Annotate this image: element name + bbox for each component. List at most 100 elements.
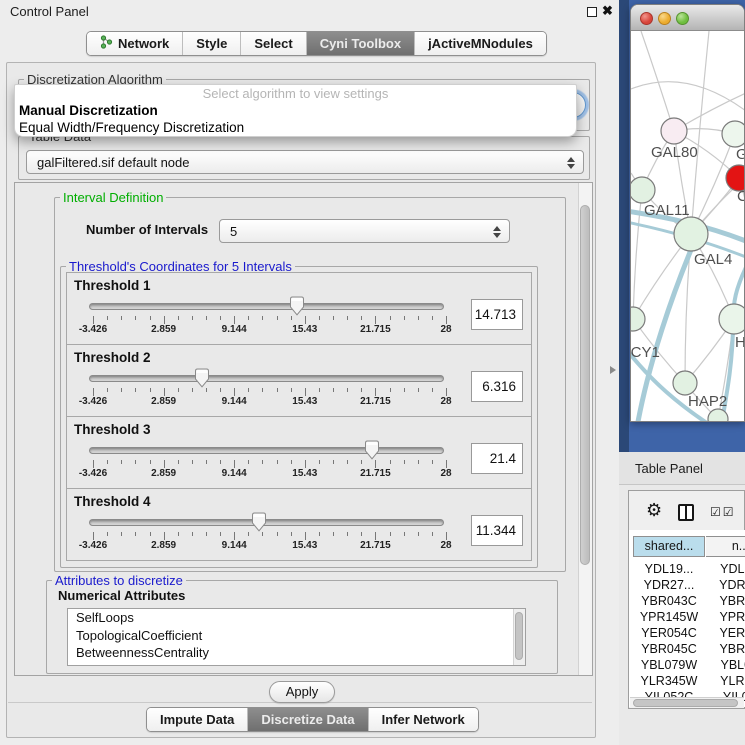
slider-tick-labels: -3.4262.8599.14415.4321.71528 <box>93 396 447 408</box>
table-data-combobox[interactable]: galFiltered.sif default node <box>26 150 584 174</box>
table-cell[interactable]: YBL079W <box>633 658 705 672</box>
network-node[interactable] <box>631 177 655 203</box>
list-item[interactable]: TopologicalCoefficient <box>68 627 525 645</box>
spinner-icon <box>567 156 574 170</box>
horizontal-scrollbar-thumb[interactable] <box>633 699 738 707</box>
slider-thumb[interactable] <box>194 368 210 388</box>
checkbox-icons[interactable]: ☑☑ <box>710 505 736 519</box>
table-cell[interactable]: YER054C <box>633 626 705 640</box>
panel-title: Control Panel <box>10 4 89 19</box>
tab-network-label: Network <box>118 36 169 51</box>
network-edge <box>631 82 745 111</box>
slider-ticks <box>93 316 447 324</box>
table-cell[interactable]: YBR045C <box>633 642 705 656</box>
list-item[interactable]: BetweennessCentrality <box>68 644 525 662</box>
float-window-icon[interactable] <box>587 7 597 17</box>
listbox-scrollbar-thumb[interactable] <box>515 612 523 660</box>
number-of-intervals-value: 5 <box>230 224 237 239</box>
columns-icon[interactable] <box>678 504 694 521</box>
tab-cyni-toolbox[interactable]: Cyni Toolbox <box>306 32 414 55</box>
tab-select[interactable]: Select <box>240 32 305 55</box>
tab-infer-network[interactable]: Infer Network <box>368 708 478 731</box>
network-window-titlebar[interactable] <box>631 5 744 31</box>
list-item[interactable]: SelfLoops <box>68 609 525 627</box>
table-row[interactable]: YBR045CYBR0... <box>629 642 745 658</box>
slider-track[interactable] <box>89 375 444 382</box>
table-cell[interactable]: YBL0... <box>706 658 745 672</box>
column-header-name[interactable]: n... <box>706 536 745 557</box>
attributes-listbox[interactable]: SelfLoopsTopologicalCoefficientBetweenne… <box>67 608 526 666</box>
table-row[interactable]: YER054CYER0... <box>629 626 745 642</box>
table-row[interactable]: YPR145WYPR1... <box>629 610 745 626</box>
threshold-value-field[interactable]: 11.344 <box>471 515 523 546</box>
network-node[interactable] <box>631 307 645 331</box>
table-data-value: galFiltered.sif default node <box>37 155 189 170</box>
network-canvas[interactable]: GAL80GACGAL11GAL4GCY1HHAP2 <box>631 31 745 422</box>
table-row[interactable]: YLR345WYLR3... <box>629 674 745 690</box>
threshold-value-field[interactable]: 14.713 <box>471 299 523 330</box>
table-cell[interactable]: YLR3... <box>706 674 745 688</box>
table-cell[interactable]: YBR0... <box>706 594 745 608</box>
slider-track[interactable] <box>89 303 444 310</box>
zoom-traffic-light[interactable] <box>676 12 689 25</box>
number-of-intervals-combobox[interactable]: 5 <box>219 219 510 243</box>
table-cell[interactable]: YPR145W <box>633 610 705 624</box>
slider-track[interactable] <box>89 447 444 454</box>
table-row[interactable]: YDL19...YDL1... <box>629 562 745 578</box>
table-row[interactable]: YBL079WYBL0... <box>629 658 745 674</box>
close-traffic-light[interactable] <box>640 12 653 25</box>
network-node-label: C <box>737 188 745 205</box>
table-cell[interactable]: YLR345W <box>633 674 705 688</box>
network-node-label: H <box>735 334 745 351</box>
tab-network[interactable]: Network <box>87 32 182 55</box>
numerical-attributes-label: Numerical Attributes <box>58 588 185 603</box>
network-node[interactable] <box>674 217 708 251</box>
number-of-intervals-label: Number of Intervals <box>86 222 208 237</box>
threshold-value-field[interactable]: 21.4 <box>471 443 523 474</box>
apply-button[interactable]: Apply <box>269 681 335 703</box>
popup-item-manual-discretization[interactable]: Manual Discretization <box>19 103 158 118</box>
table-row[interactable]: YBR043CYBR0... <box>629 594 745 610</box>
table-cell[interactable]: YDR2... <box>706 578 745 592</box>
column-header-shared-name[interactable]: shared... <box>633 536 705 557</box>
slider-thumb[interactable] <box>251 512 267 532</box>
horizontal-scrollbar-track[interactable] <box>630 697 744 708</box>
threshold-panel-4: Threshold 4-3.4262.8599.14415.4321.71528… <box>66 488 532 561</box>
network-node[interactable] <box>719 304 745 334</box>
popup-item-equal-width-frequency[interactable]: Equal Width/Frequency Discretization <box>19 120 244 135</box>
gear-icon[interactable]: ⚙ <box>646 500 662 521</box>
panel-splitter-arrow[interactable] <box>610 366 616 374</box>
minimize-traffic-light[interactable] <box>658 12 671 25</box>
table-cell[interactable]: YER0... <box>706 626 745 640</box>
slider-ticks <box>93 532 447 540</box>
tab-impute-data[interactable]: Impute Data <box>147 708 247 731</box>
threshold-value-field[interactable]: 6.316 <box>471 371 523 402</box>
table-cell[interactable]: YBR043C <box>633 594 705 608</box>
tab-jactivemnodules-label: jActiveMNodules <box>428 36 533 51</box>
network-view-window: GAL80GACGAL11GAL4GCY1HHAP2 <box>630 4 745 422</box>
table-cell[interactable]: YDL19... <box>633 562 705 576</box>
tab-style-label: Style <box>196 36 227 51</box>
network-node-label: GA <box>736 146 745 163</box>
table-cell[interactable]: YBR0... <box>706 642 745 656</box>
tab-jactivemnodules[interactable]: jActiveMNodules <box>414 32 546 55</box>
network-node[interactable] <box>673 371 697 395</box>
tab-style[interactable]: Style <box>182 32 240 55</box>
table-cell[interactable]: YDL1... <box>706 562 745 576</box>
slider-ticks <box>93 460 447 468</box>
slider-thumb[interactable] <box>289 296 305 316</box>
table-row[interactable]: YDR27...YDR2... <box>629 578 745 594</box>
slider-thumb[interactable] <box>364 440 380 460</box>
threshold-panels: Threshold 1-3.4262.8599.14415.4321.71528… <box>66 272 532 562</box>
close-icon[interactable]: ✖ <box>602 3 613 19</box>
desktop-background-shadow <box>619 0 629 455</box>
table-cell[interactable]: YDR27... <box>633 578 705 592</box>
tab-discretize-data[interactable]: Discretize Data <box>247 708 367 731</box>
threshold-label: Threshold 2 <box>74 350 151 365</box>
attributes-group-title: Attributes to discretize <box>52 573 186 588</box>
vertical-scrollbar-thumb[interactable] <box>580 205 590 565</box>
network-edge <box>641 31 674 131</box>
network-node[interactable] <box>661 118 687 144</box>
network-node[interactable] <box>722 121 745 147</box>
table-cell[interactable]: YPR1... <box>706 610 745 624</box>
